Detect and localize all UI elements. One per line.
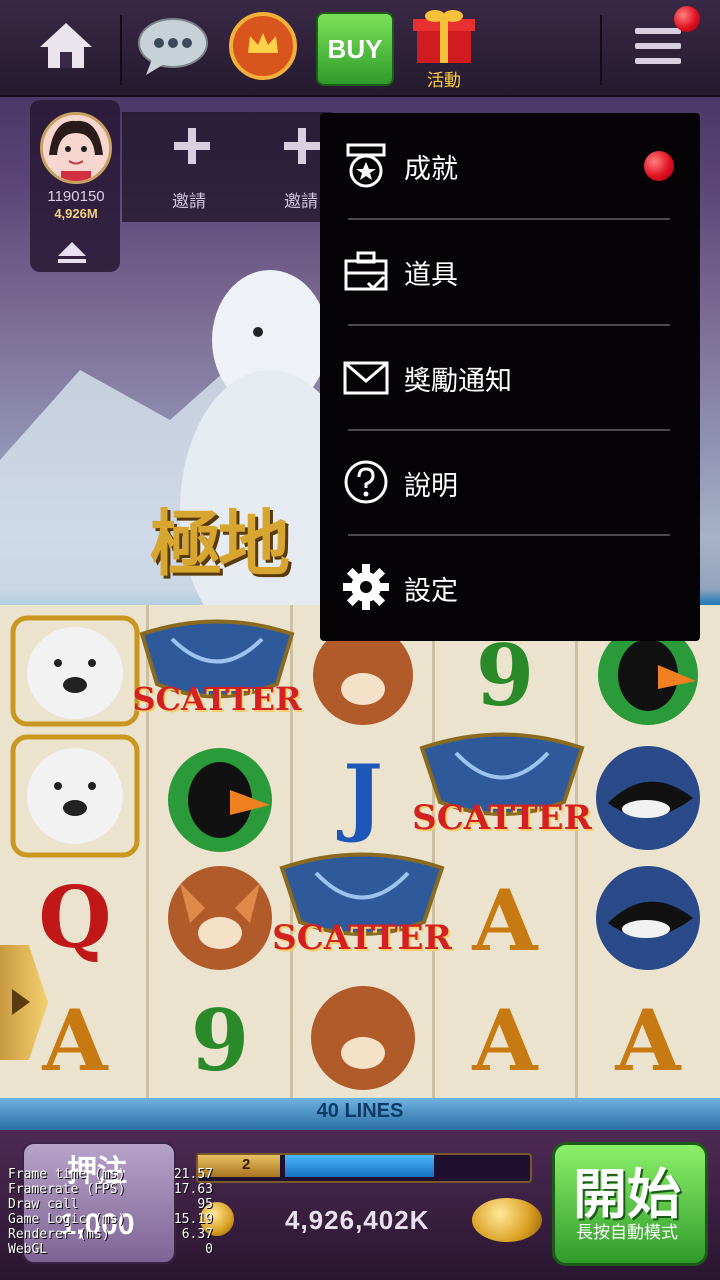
- debug-row: Frame time (ms) 21.57: [8, 1167, 213, 1182]
- collapse-arrow-icon[interactable]: [54, 238, 90, 266]
- debug-row: Draw call 95: [8, 1197, 213, 1212]
- symbol-9: 9: [190, 990, 250, 1090]
- level-progress-fill: [285, 1155, 434, 1177]
- menu-item-label: 道具: [404, 260, 458, 290]
- debug-label: Framerate (FPS): [8, 1182, 126, 1197]
- debug-stats-overlay: Frame time (ms) 21.57 Framerate (FPS) 17.6…: [8, 1167, 213, 1257]
- menu-item-reward-notices[interactable]: 獎勵通知: [320, 325, 700, 429]
- debug-value: 15.19: [173, 1212, 213, 1227]
- debug-value: 0: [205, 1242, 213, 1257]
- event-label: 活動: [427, 71, 461, 90]
- menu-item-help[interactable]: 說明: [320, 430, 700, 534]
- home-icon: [40, 23, 92, 68]
- symbol-fox: [150, 860, 290, 975]
- debug-label: WebGL: [8, 1242, 48, 1257]
- debug-value: 6.37: [181, 1227, 213, 1242]
- help-icon: [342, 458, 390, 506]
- debug-value: 95: [197, 1197, 213, 1212]
- debug-value: 17.63: [173, 1182, 213, 1197]
- symbol-puffin: [150, 740, 290, 860]
- symbol-a: A: [472, 990, 538, 1090]
- symbol-scatter: SCATTER: [412, 726, 592, 856]
- symbol-a: A: [472, 870, 538, 970]
- debug-row: Framerate (FPS) 17.63: [8, 1182, 213, 1197]
- topbar-divider: [120, 15, 122, 85]
- achievement-badge: [644, 151, 674, 181]
- symbol-polar-bear: [5, 730, 145, 862]
- scatter-label: SCATTER: [272, 918, 452, 958]
- scatter-label: SCATTER: [412, 798, 592, 838]
- paylines-label: 40 LINES: [316, 1100, 404, 1122]
- debug-label: Game Logic (ms): [8, 1212, 126, 1227]
- mail-icon: [342, 353, 390, 401]
- symbol-orca: [578, 740, 718, 855]
- menu-item-label: 設定: [404, 576, 458, 606]
- symbol-scatter: SCATTER: [132, 614, 302, 734]
- add-friend-icon[interactable]: [282, 126, 322, 166]
- chat-button[interactable]: [134, 10, 212, 82]
- menu-item-achievements[interactable]: 成就: [320, 113, 700, 217]
- scatter-label: SCATTER: [132, 680, 302, 718]
- debug-label: Draw call: [8, 1197, 79, 1212]
- vip-button[interactable]: [226, 10, 300, 82]
- notification-badge: [674, 6, 700, 32]
- player-id: 1190150: [47, 188, 105, 205]
- gift-box-icon: [413, 10, 475, 63]
- debug-label: Renderer (ms): [8, 1227, 110, 1242]
- debug-row: Renderer (ms) 6.37: [8, 1227, 213, 1242]
- avatar[interactable]: [40, 112, 112, 184]
- menu-item-label: 說明: [404, 471, 458, 501]
- crown-badge-icon: [229, 12, 297, 80]
- gear-icon: [342, 563, 390, 611]
- game-title: 極地: [150, 501, 290, 586]
- invite-link[interactable]: 邀請: [172, 187, 206, 212]
- dropdown-menu: 成就 道具 獎勵通知 說明 設定: [320, 113, 700, 641]
- spin-autoplay-hint: 長按自動模式: [576, 1223, 678, 1242]
- player-coins: 4,926M: [54, 206, 98, 221]
- topbar-divider: [600, 15, 602, 85]
- hamburger-menu-icon: [635, 28, 681, 64]
- briefcase-icon: [342, 247, 390, 295]
- coin-balance: 4,926,402K: [285, 1205, 430, 1235]
- symbol-polar-bear: [5, 612, 145, 730]
- menu-item-items[interactable]: 道具: [320, 219, 700, 323]
- medal-icon: [342, 141, 390, 189]
- debug-row: WebGL 0: [8, 1242, 213, 1257]
- add-friend-icon[interactable]: [172, 126, 212, 166]
- symbol-fox: [293, 980, 433, 1095]
- chat-bubble-icon: [138, 18, 208, 75]
- debug-value: 21.57: [173, 1167, 213, 1182]
- menu-item-settings[interactable]: 設定: [320, 535, 700, 639]
- debug-row: Game Logic (ms) 15.19: [8, 1212, 213, 1227]
- coin-pile-icon[interactable]: [472, 1198, 542, 1242]
- level-number: 2: [242, 1156, 251, 1173]
- invite-link[interactable]: 邀請: [284, 187, 318, 212]
- home-button[interactable]: [30, 10, 102, 82]
- symbol-scatter: SCATTER: [272, 846, 452, 976]
- symbol-orca: [578, 860, 718, 975]
- event-button[interactable]: [406, 6, 482, 66]
- debug-label: Frame time (ms): [8, 1167, 126, 1182]
- menu-item-label: 成就: [404, 154, 458, 184]
- buy-button[interactable]: BUY: [316, 12, 394, 86]
- menu-item-label: 獎勵通知: [404, 366, 512, 396]
- symbol-a: A: [615, 990, 681, 1090]
